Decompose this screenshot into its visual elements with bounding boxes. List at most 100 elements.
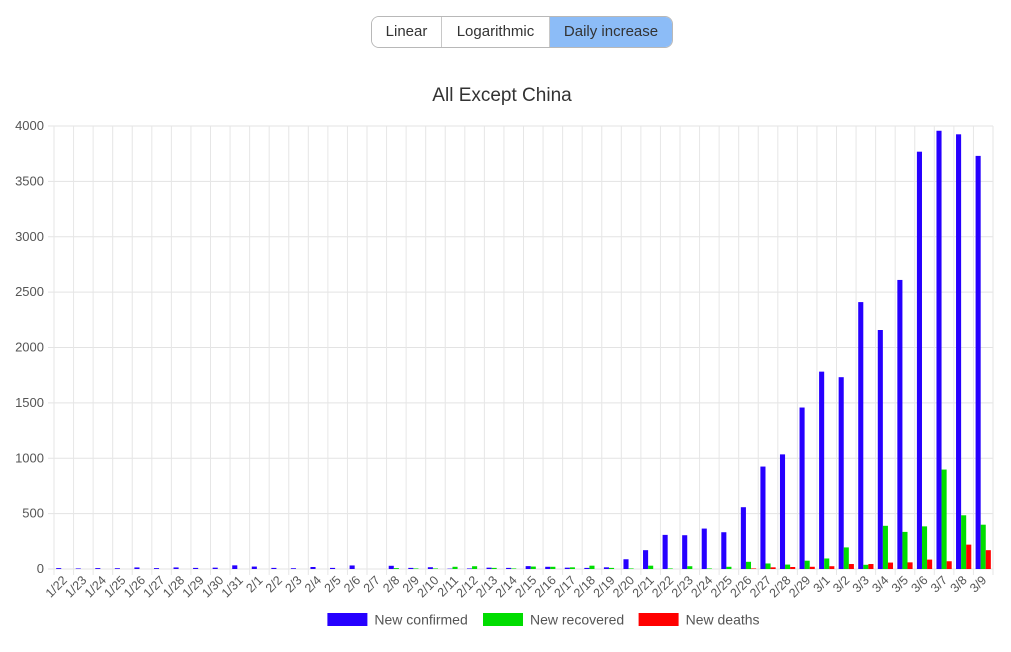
bar-new-recovered <box>569 567 575 569</box>
x-tick-label: 3/9 <box>967 573 989 595</box>
bar-new-deaths <box>887 562 894 569</box>
bar-new-confirmed <box>682 535 688 569</box>
x-tick-label: 2/4 <box>302 573 324 595</box>
bar-new-recovered <box>589 565 595 569</box>
bar-new-confirmed <box>56 568 62 569</box>
bar-new-recovered <box>902 531 908 569</box>
bar-new-confirmed <box>564 567 570 569</box>
bar-new-recovered <box>628 568 634 569</box>
bar-new-confirmed <box>545 566 551 569</box>
bar-new-deaths <box>946 561 952 569</box>
bar-new-confirmed <box>819 371 825 569</box>
bar-new-confirmed <box>877 330 883 569</box>
y-tick-label: 0 <box>37 561 44 576</box>
bar-new-recovered <box>608 567 615 569</box>
x-tick-label: 3/7 <box>928 573 950 595</box>
bar-new-confirmed <box>330 567 336 569</box>
bar-new-recovered <box>413 568 419 569</box>
bar-new-recovered <box>843 547 849 569</box>
bar-new-deaths <box>848 564 854 569</box>
bar-new-confirmed <box>838 377 844 569</box>
bar-new-recovered <box>961 515 967 569</box>
bar-new-deaths <box>907 562 913 569</box>
bar-chart: All Except China 0 500 1000 1500 2000 2500 300… <box>15 85 994 628</box>
bar-new-deaths <box>985 550 991 569</box>
bar-new-recovered <box>550 566 556 569</box>
bar-new-confirmed <box>916 151 922 569</box>
legend-swatch-new-deaths <box>638 613 679 626</box>
bar-new-recovered <box>452 566 458 569</box>
bar-new-recovered <box>687 566 693 569</box>
x-tick-label: 3/3 <box>850 573 872 595</box>
bar-new-confirmed <box>584 567 590 569</box>
bar-new-deaths <box>770 567 776 569</box>
bar-new-recovered <box>863 564 869 569</box>
bar-new-recovered <box>491 567 497 569</box>
bar-new-confirmed <box>114 568 120 569</box>
x-tick-label: 3/2 <box>830 573 852 595</box>
bar-new-confirmed <box>936 130 942 569</box>
bar-new-recovered <box>648 565 654 569</box>
x-tick-label: 3/6 <box>908 573 930 595</box>
bar-new-confirmed <box>271 567 277 569</box>
bar-new-confirmed <box>858 302 864 569</box>
bar-new-confirmed <box>134 567 140 569</box>
bar-new-recovered <box>745 561 752 569</box>
bar-new-recovered <box>511 568 517 569</box>
x-tick-label: 2/5 <box>322 573 344 595</box>
bar-new-confirmed <box>506 567 512 569</box>
chart-grid <box>48 125 994 575</box>
x-tick-label: 2/2 <box>263 573 285 595</box>
bar-new-confirmed <box>701 528 707 569</box>
bar-new-deaths <box>751 568 757 569</box>
legend-swatch-new-confirmed <box>327 613 368 626</box>
bar-new-confirmed <box>740 507 746 569</box>
bar-new-confirmed <box>212 567 218 569</box>
bar-new-deaths <box>829 566 835 569</box>
bar-new-recovered <box>824 558 830 569</box>
x-tick-label: 2/8 <box>380 573 402 595</box>
bar-new-confirmed <box>603 567 609 569</box>
bar-new-confirmed <box>290 568 296 569</box>
bar-new-deaths <box>927 559 933 569</box>
y-tick-label: 2000 <box>15 340 44 355</box>
bar-new-confirmed <box>232 565 238 569</box>
y-axis-tick-labels: 0 500 1000 1500 2000 2500 3000 3500 4000 <box>15 118 44 576</box>
x-tick-label: 2/1 <box>243 573 265 595</box>
bar-new-confirmed <box>623 559 629 569</box>
x-tick-label: 3/4 <box>869 573 891 595</box>
bar-new-recovered <box>393 568 399 569</box>
bar-new-confirmed <box>956 134 962 569</box>
bar-new-recovered <box>921 526 928 569</box>
bar-new-deaths <box>790 567 796 569</box>
bar-new-recovered <box>941 469 947 569</box>
bar-new-recovered <box>472 566 478 569</box>
x-tick-label: 2/29 <box>786 573 813 600</box>
bar-new-confirmed <box>349 565 355 569</box>
legend-label[interactable]: New deaths <box>686 612 760 628</box>
bar-new-deaths <box>809 566 815 569</box>
bar-new-confirmed <box>251 566 257 569</box>
bar-new-confirmed <box>897 279 903 569</box>
bar-new-recovered <box>432 568 439 569</box>
x-tick-label: 2/6 <box>341 573 363 595</box>
bar-new-confirmed <box>486 567 492 569</box>
bar-new-confirmed <box>466 568 473 569</box>
x-tick-label: 3/1 <box>811 573 833 595</box>
bar-new-recovered <box>882 525 888 569</box>
x-tick-label: 2/3 <box>282 573 304 595</box>
bar-new-confirmed <box>95 568 101 569</box>
bar-new-confirmed <box>388 565 394 569</box>
bar-new-recovered <box>980 524 986 569</box>
bar-new-recovered <box>726 566 732 569</box>
bar-new-recovered <box>667 568 673 569</box>
bar-new-recovered <box>785 564 791 569</box>
chart-title: All Except China <box>432 85 572 106</box>
legend-label[interactable]: New recovered <box>530 612 624 628</box>
legend-label[interactable]: New confirmed <box>374 612 467 628</box>
chart-legend: New confirmed New recovered New deaths <box>327 612 760 628</box>
x-tick-label: 1/31 <box>219 573 246 600</box>
bar-new-confirmed <box>760 466 766 569</box>
bar-new-deaths <box>868 564 874 569</box>
bar-new-recovered <box>765 563 771 569</box>
